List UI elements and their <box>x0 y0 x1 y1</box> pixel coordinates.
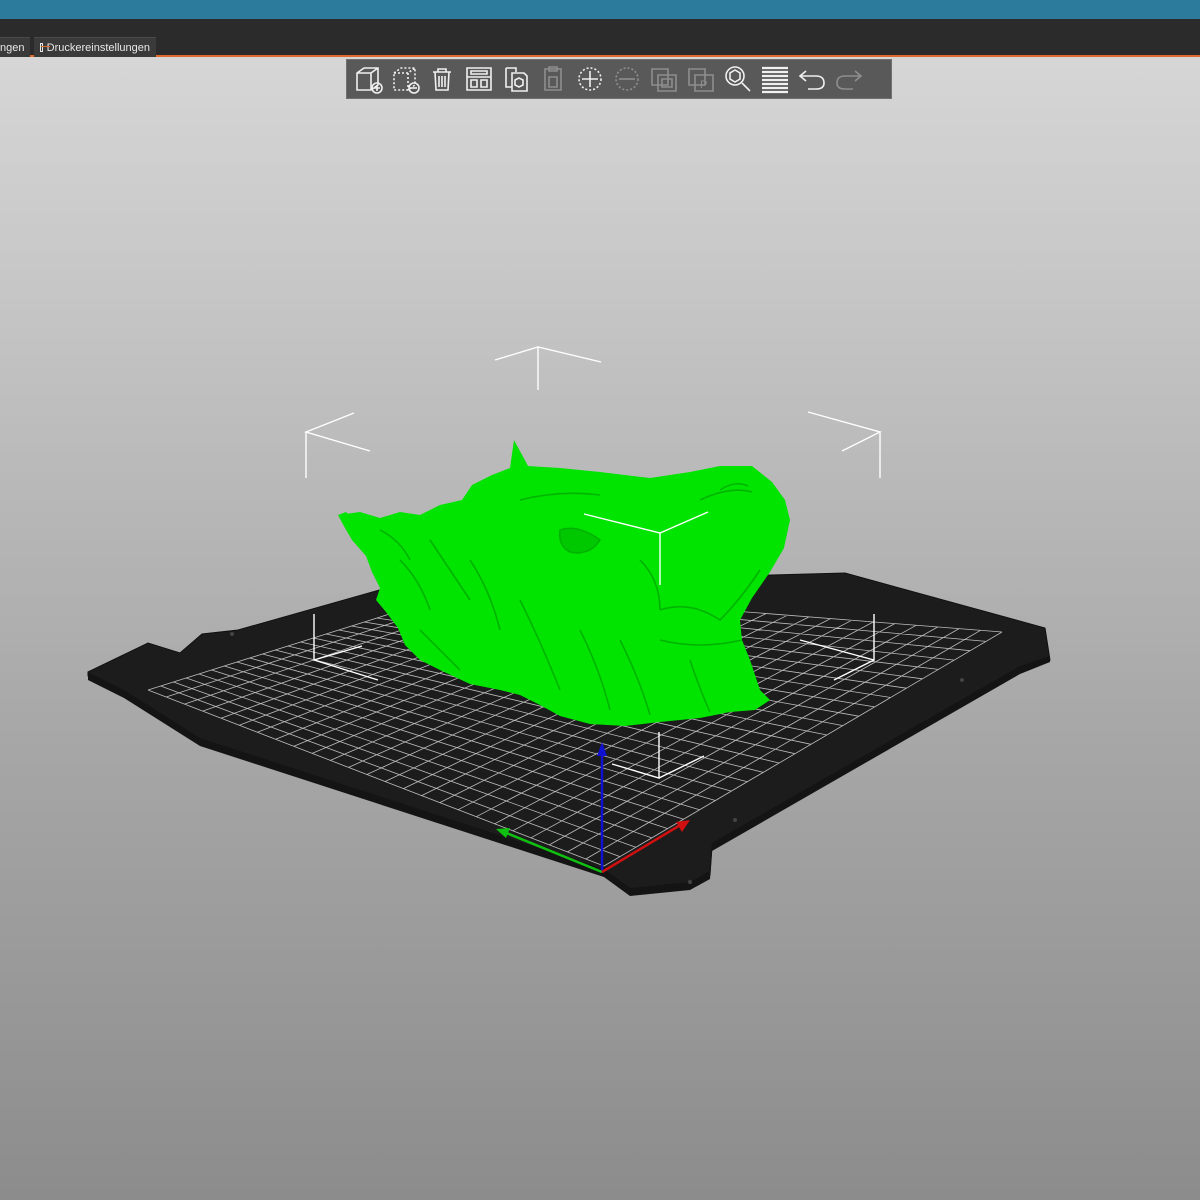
tab-partial[interactable]: ngen <box>0 37 30 57</box>
undo-button[interactable] <box>793 61 830 97</box>
add-cube-icon <box>355 67 383 94</box>
main-toolbar: P <box>346 59 892 99</box>
redo-button[interactable] <box>830 61 867 97</box>
3d-viewport[interactable] <box>0 59 1200 1200</box>
paste-button[interactable] <box>534 61 571 97</box>
printer-settings-icon <box>40 43 49 52</box>
layer-editing-button[interactable] <box>756 61 793 97</box>
search-icon <box>724 66 751 92</box>
scene-canvas[interactable] <box>0 59 1200 1200</box>
tab-printer-settings[interactable]: Druckereinstellungen <box>34 37 156 57</box>
search-button[interactable] <box>719 61 756 97</box>
redo-icon <box>835 70 862 90</box>
tab-bar: ngen Druckereinstellungen <box>0 19 1200 57</box>
minus-circle-icon <box>614 67 639 91</box>
delete-all-button[interactable] <box>423 61 460 97</box>
add-object-button[interactable] <box>349 61 386 97</box>
arrange-button[interactable] <box>460 61 497 97</box>
undo-icon <box>798 70 825 90</box>
copy-icon <box>504 67 528 92</box>
add-instance-button[interactable] <box>571 61 608 97</box>
trash-icon <box>432 68 451 91</box>
bed-screw <box>733 818 737 822</box>
bed-screw <box>960 678 964 682</box>
bed-screw <box>230 632 234 636</box>
copy-button[interactable] <box>497 61 534 97</box>
svg-text:P: P <box>700 79 707 91</box>
layers-icon <box>761 66 788 94</box>
split-parts-button[interactable]: P <box>682 61 719 97</box>
remove-instance-button[interactable] <box>608 61 645 97</box>
plus-circle-icon <box>577 67 602 91</box>
title-bar <box>0 0 1200 19</box>
arrange-icon <box>465 67 492 91</box>
tab-printer-settings-label: Druckereinstellungen <box>46 41 150 54</box>
paste-icon <box>543 66 562 91</box>
split-objects-button[interactable] <box>645 61 682 97</box>
split-parts-icon: P <box>687 68 714 92</box>
tab-partial-label: ngen <box>0 42 25 54</box>
bed-screw <box>688 880 692 884</box>
delete-object-button[interactable] <box>386 61 423 97</box>
split-objects-icon <box>650 68 677 92</box>
remove-cube-icon <box>392 67 420 94</box>
